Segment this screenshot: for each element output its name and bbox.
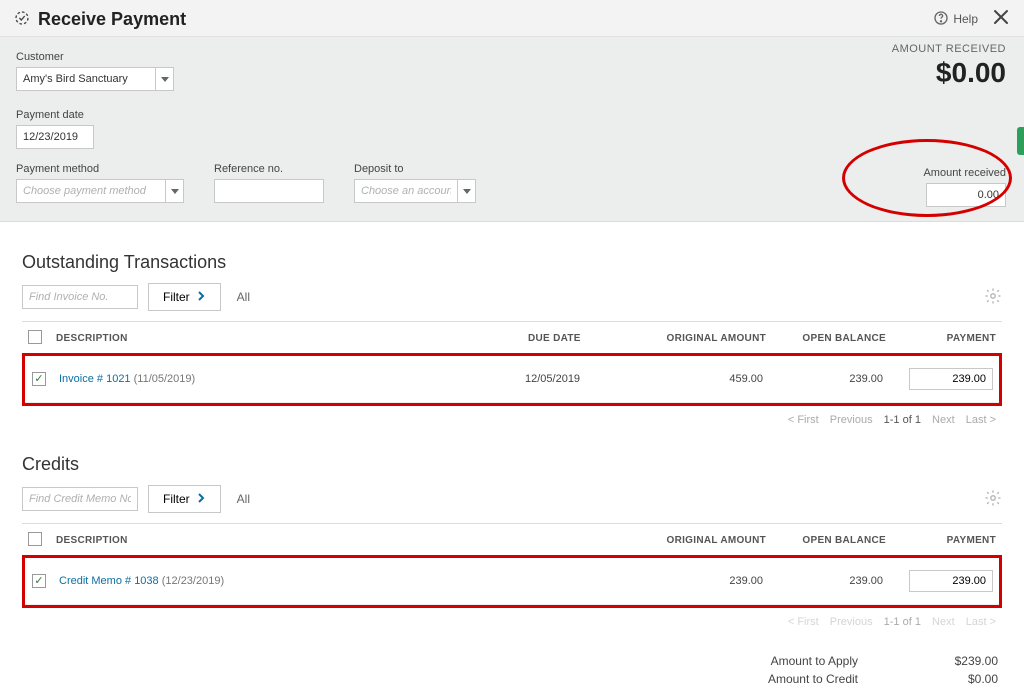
pager-prev[interactable]: Previous	[830, 414, 873, 426]
annotation-credit-row-highlight: Credit Memo # 1038 (12/23/2019) 239.00 2…	[22, 555, 1002, 608]
col-payment: PAYMENT	[892, 524, 1002, 558]
cell-open-balance: 239.00	[769, 558, 889, 605]
col-payment: PAYMENT	[892, 322, 1002, 356]
pager-range: 1-1 of 1	[884, 616, 921, 628]
payment-method-input[interactable]	[16, 179, 166, 203]
amount-received-value: $0.00	[892, 57, 1006, 89]
amount-to-credit-value: $0.00	[918, 672, 998, 686]
invoice-date: (11/05/2019)	[134, 373, 196, 385]
pager-first[interactable]: < First	[788, 616, 819, 628]
pager-first[interactable]: < First	[788, 414, 819, 426]
side-drawer-tab[interactable]	[1017, 127, 1024, 155]
amount-received-input[interactable]	[926, 183, 1006, 207]
outstanding-row: Invoice # 1021 (11/05/2019) 12/05/2019 4…	[25, 356, 999, 403]
reference-input[interactable]	[214, 179, 324, 203]
col-due-date: DUE DATE	[522, 322, 632, 356]
cell-open-balance: 239.00	[769, 356, 889, 403]
deposit-to-input[interactable]	[354, 179, 458, 203]
totals-block: Amount to Apply $239.00 Amount to Credit…	[22, 652, 1002, 688]
cell-original-amount: 239.00	[629, 558, 769, 605]
payment-method-select[interactable]	[16, 179, 184, 203]
credits-filter-button[interactable]: Filter	[148, 485, 221, 513]
credit-memo-link[interactable]: Credit Memo # 1038	[59, 575, 159, 587]
amount-to-apply-label: Amount to Apply	[738, 654, 858, 668]
deposit-to-dropdown-toggle[interactable]	[458, 179, 476, 203]
chevron-down-icon	[161, 77, 169, 82]
outstanding-filter-button[interactable]: Filter	[148, 283, 221, 311]
col-description: DESCRIPTION	[50, 322, 522, 356]
credits-row: Credit Memo # 1038 (12/23/2019) 239.00 2…	[25, 558, 999, 605]
credit-memo-date: (12/23/2019)	[162, 575, 224, 587]
credits-payment-input[interactable]	[909, 570, 993, 592]
col-open-balance: OPEN BALANCE	[772, 322, 892, 356]
amount-to-credit-label: Amount to Credit	[738, 672, 858, 686]
chevron-down-icon	[463, 189, 471, 194]
outstanding-payment-input[interactable]	[909, 368, 993, 390]
main-content: Outstanding Transactions Filter All DESC…	[0, 222, 1024, 698]
chevron-down-icon	[171, 189, 179, 194]
outstanding-all-label: All	[237, 290, 250, 304]
credits-filter-row: Filter All	[22, 485, 1002, 513]
outstanding-select-all-checkbox[interactable]	[28, 330, 42, 344]
customer-label: Customer	[16, 51, 1008, 63]
help-link[interactable]: Help	[933, 10, 978, 29]
payment-method-dropdown-toggle[interactable]	[166, 179, 184, 203]
credits-select-all-checkbox[interactable]	[28, 532, 42, 546]
outstanding-filter-row: Filter All	[22, 283, 1002, 311]
col-original-amount: ORIGINAL AMOUNT	[632, 322, 772, 356]
pager-last[interactable]: Last >	[966, 414, 996, 426]
outstanding-find-input[interactable]	[22, 285, 138, 309]
cell-due-date: 12/05/2019	[519, 356, 629, 403]
credits-settings-gear[interactable]	[984, 489, 1002, 510]
outstanding-settings-gear[interactable]	[984, 287, 1002, 308]
payment-date-label: Payment date	[16, 109, 1008, 121]
deposit-to-select[interactable]	[354, 179, 476, 203]
chevron-right-icon	[196, 290, 206, 304]
outstanding-title: Outstanding Transactions	[22, 252, 1002, 273]
credits-row-checkbox[interactable]	[32, 574, 46, 588]
credits-pager: < First Previous 1-1 of 1 Next Last >	[22, 616, 1000, 628]
pager-next[interactable]: Next	[932, 414, 955, 426]
pager-range: 1-1 of 1	[884, 414, 921, 426]
pager-last[interactable]: Last >	[966, 616, 996, 628]
dialog-header: Receive Payment Help	[0, 0, 1024, 37]
amount-received-field-label: Amount received	[923, 167, 1006, 179]
help-icon	[933, 10, 949, 29]
invoice-link[interactable]: Invoice # 1021	[59, 373, 131, 385]
col-description: DESCRIPTION	[50, 524, 632, 558]
deposit-to-label: Deposit to	[354, 163, 476, 175]
payment-date-input[interactable]	[16, 125, 94, 149]
outstanding-pager: < First Previous 1-1 of 1 Next Last >	[22, 414, 1000, 426]
col-open-balance: OPEN BALANCE	[772, 524, 892, 558]
credits-find-input[interactable]	[22, 487, 138, 511]
amount-to-apply-value: $239.00	[918, 654, 998, 668]
outstanding-row-checkbox[interactable]	[32, 372, 46, 386]
receive-payment-icon	[14, 10, 30, 29]
customer-input[interactable]	[16, 67, 156, 91]
cell-original-amount: 459.00	[629, 356, 769, 403]
credits-title: Credits	[22, 454, 1002, 475]
outstanding-table: DESCRIPTION DUE DATE ORIGINAL AMOUNT OPE…	[22, 321, 1002, 356]
annotation-outstanding-row-highlight: Invoice # 1021 (11/05/2019) 12/05/2019 4…	[22, 353, 1002, 406]
credits-table: DESCRIPTION ORIGINAL AMOUNT OPEN BALANCE…	[22, 523, 1002, 558]
close-button[interactable]	[992, 8, 1010, 30]
form-panel: AMOUNT RECEIVED $0.00 Customer Payment d…	[0, 37, 1024, 222]
amount-received-summary: AMOUNT RECEIVED $0.00	[892, 43, 1006, 89]
pager-prev[interactable]: Previous	[830, 616, 873, 628]
pager-next[interactable]: Next	[932, 616, 955, 628]
col-original-amount: ORIGINAL AMOUNT	[632, 524, 772, 558]
customer-select[interactable]	[16, 67, 174, 91]
customer-dropdown-toggle[interactable]	[156, 67, 174, 91]
reference-label: Reference no.	[214, 163, 324, 175]
credits-all-label: All	[237, 492, 250, 506]
payment-method-label: Payment method	[16, 163, 184, 175]
page-title: Receive Payment	[38, 9, 186, 30]
chevron-right-icon	[196, 492, 206, 506]
